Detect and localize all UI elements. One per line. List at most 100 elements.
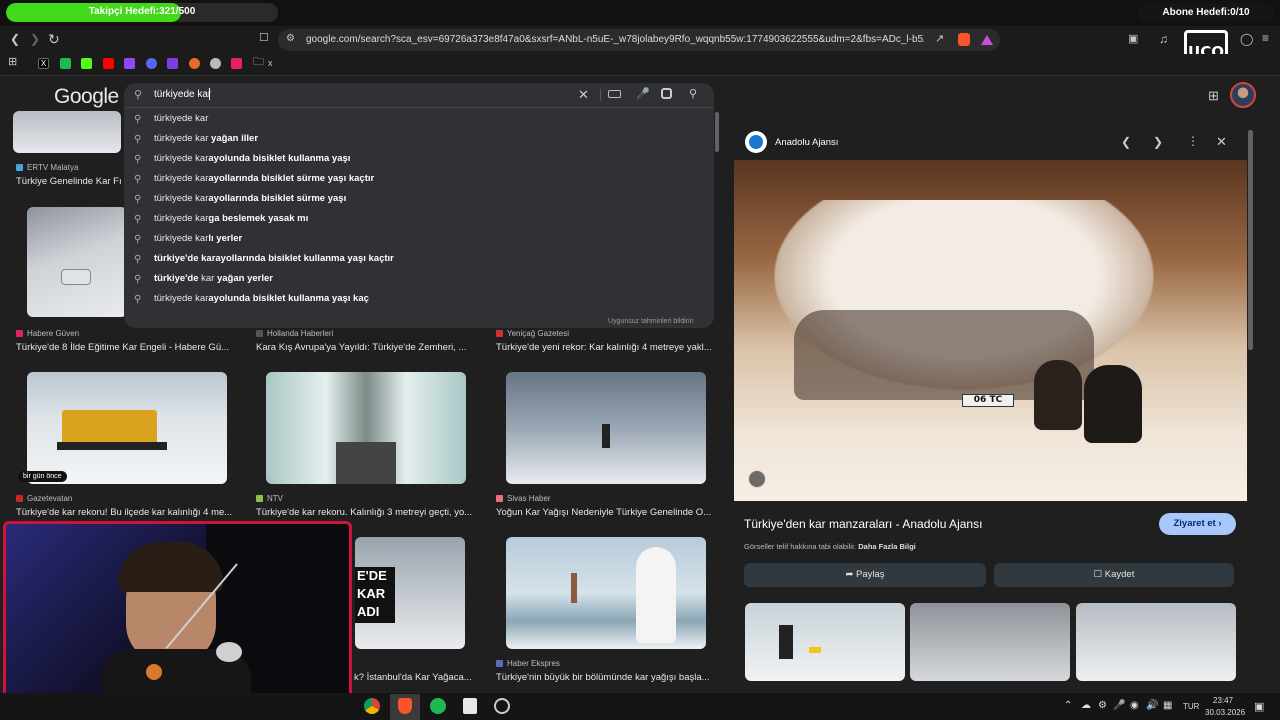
folder-icon[interactable]: 🗀 xyxy=(253,57,264,68)
obs-icon[interactable] xyxy=(494,698,510,714)
suggestion-search-icon: ⚲ xyxy=(134,194,142,205)
preview-image[interactable]: 06 TC xyxy=(734,160,1247,501)
search-suggestion[interactable]: türkiyede karayolunda bisiklet kullanma … xyxy=(154,153,350,164)
google-logo[interactable]: Google xyxy=(54,85,119,109)
search-suggestion[interactable]: türkiyede karga beslemek yasak mı xyxy=(154,213,308,224)
media-icon[interactable]: ♫ xyxy=(1159,33,1168,45)
menu-icon[interactable]: ≡ xyxy=(1262,32,1269,44)
result-thumbnail[interactable] xyxy=(506,537,706,649)
copyright-note: Görseller telif hakkına tabi olabilir. D… xyxy=(744,542,916,551)
result-caption[interactable]: k? İstanbul'da Kar Yağaca... xyxy=(354,672,474,683)
learn-more-link[interactable]: Daha Fazla Bilgi xyxy=(858,542,916,551)
brave-shield-icon[interactable] xyxy=(958,33,970,46)
clock-time[interactable]: 23:47 xyxy=(1213,696,1233,705)
youtube-bookmark-icon[interactable] xyxy=(103,58,114,69)
vpn-icon[interactable]: ◯ xyxy=(1240,33,1253,45)
source-logo xyxy=(745,131,767,153)
notification-icon[interactable]: ▣ xyxy=(1254,700,1264,713)
bookmark-icon-9[interactable] xyxy=(210,58,221,69)
search-suggestion[interactable]: türkiyede kar xyxy=(154,113,208,124)
tray-icon-6[interactable]: ▦ xyxy=(1163,700,1172,711)
prev-image-icon[interactable]: ❮ xyxy=(1121,135,1131,149)
bookmark-icon-10[interactable] xyxy=(231,58,242,69)
result-caption[interactable]: Türkiye'de yeni rekor: Kar kalınlığı 4 m… xyxy=(496,342,714,353)
x-bookmark-icon[interactable]: X xyxy=(38,58,49,69)
bookmark-folder-label[interactable]: x xyxy=(268,58,273,68)
share-icon[interactable]: ↗ xyxy=(935,34,944,45)
search-suggestion[interactable]: türkiyede karayollarında bisiklet sürme … xyxy=(154,173,374,184)
google-apps-icon[interactable]: ⊞ xyxy=(1208,88,1219,104)
sidebar-icon[interactable]: ▣ xyxy=(1128,34,1138,45)
result-thumbnail[interactable] xyxy=(266,372,466,484)
result-caption[interactable]: Yoğun Kar Yağışı Nedeniyle Türkiye Genel… xyxy=(496,507,714,518)
tray-icon-1[interactable]: ☁ xyxy=(1081,700,1091,711)
result-caption[interactable]: Türkiye Genelinde Kar Fı xyxy=(16,176,126,187)
close-panel-icon[interactable]: ✕ xyxy=(1216,134,1227,150)
search-suggestion[interactable]: türkiyede kar yağan iller xyxy=(154,133,258,144)
clock-date[interactable]: 30.03.2026 xyxy=(1205,708,1245,717)
taskbar-active-app[interactable] xyxy=(390,694,420,720)
bookmark-icon[interactable]: ☐ xyxy=(259,33,269,44)
discord-bookmark-icon[interactable] xyxy=(146,58,157,69)
search-suggestion[interactable]: türkiye'de karayollarında bisiklet kulla… xyxy=(154,253,394,264)
result-thumbnail[interactable]: E'DE KAR ADI xyxy=(355,537,465,649)
panel-scrollbar[interactable] xyxy=(1248,130,1253,350)
page-scrollbar[interactable] xyxy=(715,112,719,152)
result-caption[interactable]: Türkiye'nin büyük bir bölümünde kar yağı… xyxy=(496,672,714,683)
lens-search-icon[interactable] xyxy=(748,470,766,488)
next-image-icon[interactable]: ❯ xyxy=(1153,135,1163,149)
search-box[interactable] xyxy=(124,83,714,107)
result-thumbnail[interactable] xyxy=(506,372,706,484)
search-suggestion[interactable]: türkiye'de kar yağan yerler xyxy=(154,273,273,284)
lens-icon[interactable] xyxy=(661,88,672,99)
keyboard-icon[interactable] xyxy=(608,90,621,98)
related-image[interactable] xyxy=(1076,603,1236,681)
share-button[interactable]: ➦ Paylaş xyxy=(744,563,986,587)
bookmark-icon-7[interactable] xyxy=(167,58,178,69)
search-input[interactable]: türkiyede kar xyxy=(154,89,211,100)
result-favicon xyxy=(496,495,503,502)
tray-chevron-icon[interactable]: ⌃ xyxy=(1064,700,1072,711)
tray-icon-3[interactable]: 🎤 xyxy=(1113,700,1125,711)
result-caption[interactable]: Türkiye'de kar rekoru. Kalınlığı 3 metre… xyxy=(256,507,478,518)
forward-icon[interactable]: ❯ xyxy=(30,33,40,45)
visit-button[interactable]: Ziyaret et › xyxy=(1159,513,1236,535)
bookmark-icon-8[interactable] xyxy=(189,58,200,69)
spotify-icon[interactable] xyxy=(430,698,446,714)
brave-rewards-icon[interactable] xyxy=(981,35,993,45)
apps-grid-icon[interactable]: ⊞ xyxy=(8,57,17,68)
clear-icon[interactable]: ✕ xyxy=(578,87,589,103)
result-caption[interactable]: Kara Kış Avrupa'ya Yayıldı: Türkiye'de Z… xyxy=(256,342,474,353)
result-thumbnail[interactable] xyxy=(27,207,127,317)
related-image[interactable] xyxy=(745,603,905,681)
bookmark-icon-2[interactable] xyxy=(60,58,71,69)
result-thumbnail[interactable] xyxy=(27,372,227,484)
search-suggestion[interactable]: türkiyede karlı yerler xyxy=(154,233,242,244)
language-indicator[interactable]: TUR xyxy=(1183,702,1199,711)
result-caption[interactable]: Türkiye'de 8 İlde Eğitime Kar Engeli - H… xyxy=(16,342,234,353)
file-icon[interactable] xyxy=(463,698,477,714)
network-icon[interactable]: ◉ xyxy=(1130,700,1139,711)
volume-icon[interactable]: 🔊 xyxy=(1146,700,1158,711)
kick-bookmark-icon[interactable] xyxy=(81,58,92,69)
avatar[interactable] xyxy=(1230,82,1256,108)
search-suggestion[interactable]: türkiyede karayolunda bisiklet kullanma … xyxy=(154,293,369,304)
result-thumbnail[interactable] xyxy=(13,111,121,153)
panel-headline[interactable]: Türkiye'den kar manzaraları - Anadolu Aj… xyxy=(744,517,982,531)
tray-icon-2[interactable]: ⚙ xyxy=(1098,700,1107,711)
back-icon[interactable]: ❮ xyxy=(10,33,20,45)
related-image[interactable] xyxy=(910,603,1070,681)
result-caption[interactable]: Türkiye'de kar rekoru! Bu ilçede kar kal… xyxy=(16,507,238,518)
voice-search-icon[interactable]: 🎤 xyxy=(636,87,650,100)
chrome-icon[interactable] xyxy=(364,698,380,714)
save-button[interactable]: ☐ Kaydet xyxy=(994,563,1234,587)
url-text[interactable]: google.com/search?sca_esv=69726a373e8f47… xyxy=(306,34,924,45)
reload-icon[interactable]: ↻ xyxy=(48,32,60,46)
search-suggestion[interactable]: türkiyede karayollarında bisiklet sürme … xyxy=(154,193,346,204)
site-info-icon[interactable]: ⚙ xyxy=(286,34,295,44)
more-options-icon[interactable]: ⋮ xyxy=(1187,134,1199,148)
twitch-bookmark-icon[interactable] xyxy=(124,58,135,69)
search-submit-icon[interactable]: ⚲ xyxy=(689,87,697,100)
panel-source-name[interactable]: Anadolu Ajansı xyxy=(775,137,838,148)
report-predictions-link[interactable]: Uygunsuz tahminleri bildirin xyxy=(608,318,694,325)
